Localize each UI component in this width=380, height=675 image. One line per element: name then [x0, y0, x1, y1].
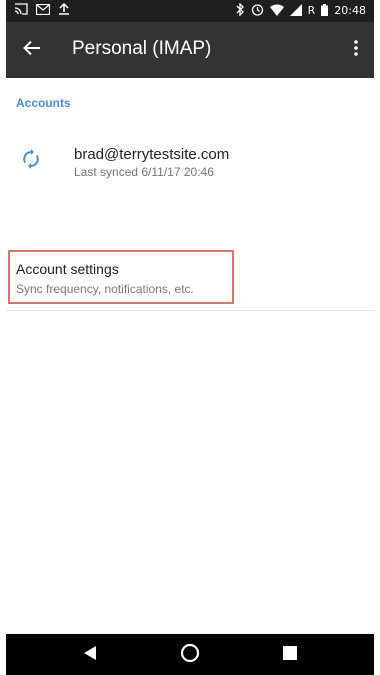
arrow-back-icon — [23, 40, 41, 61]
screen: R 20:48 Personal (IMAP) Accounts brad@te… — [6, 0, 374, 675]
account-settings-subtitle: Sync frequency, notifications, etc. — [16, 282, 194, 296]
account-settings-item[interactable]: Account settings Sync frequency, notific… — [6, 248, 374, 311]
signal-icon — [289, 3, 302, 19]
battery-icon — [321, 3, 329, 19]
status-right: R 20:48 — [236, 2, 366, 19]
nav-back-button[interactable] — [78, 643, 102, 667]
account-settings-title: Account settings — [16, 261, 119, 277]
app-bar: Personal (IMAP) — [6, 22, 374, 78]
status-left — [14, 2, 70, 18]
account-email: brad@terrytestsite.com — [74, 146, 230, 163]
account-item[interactable]: brad@terrytestsite.com Last synced 6/11/… — [6, 128, 374, 198]
more-vert-icon — [354, 39, 358, 61]
status-time: 20:48 — [334, 4, 366, 17]
bluetooth-icon — [236, 2, 245, 19]
wifi-icon — [269, 4, 284, 19]
back-triangle-icon — [83, 645, 97, 666]
alarm-icon — [251, 3, 264, 19]
accounts-section-label: Accounts — [16, 96, 71, 110]
gmail-icon — [35, 3, 51, 18]
recents-square-icon — [283, 645, 297, 665]
home-circle-icon — [180, 643, 200, 668]
status-bar: R 20:48 — [6, 0, 374, 22]
cast-icon — [14, 3, 28, 18]
page-title: Personal (IMAP) — [72, 38, 212, 59]
roaming-indicator: R — [307, 4, 316, 17]
sync-icon — [20, 148, 42, 170]
account-last-synced: Last synced 6/11/17 20:46 — [74, 165, 214, 179]
navigation-bar — [6, 634, 374, 675]
nav-home-button[interactable] — [178, 643, 202, 667]
overflow-menu-button[interactable] — [342, 36, 370, 64]
nav-recents-button[interactable] — [278, 643, 302, 667]
back-button[interactable] — [18, 36, 46, 64]
upload-icon — [58, 2, 70, 18]
